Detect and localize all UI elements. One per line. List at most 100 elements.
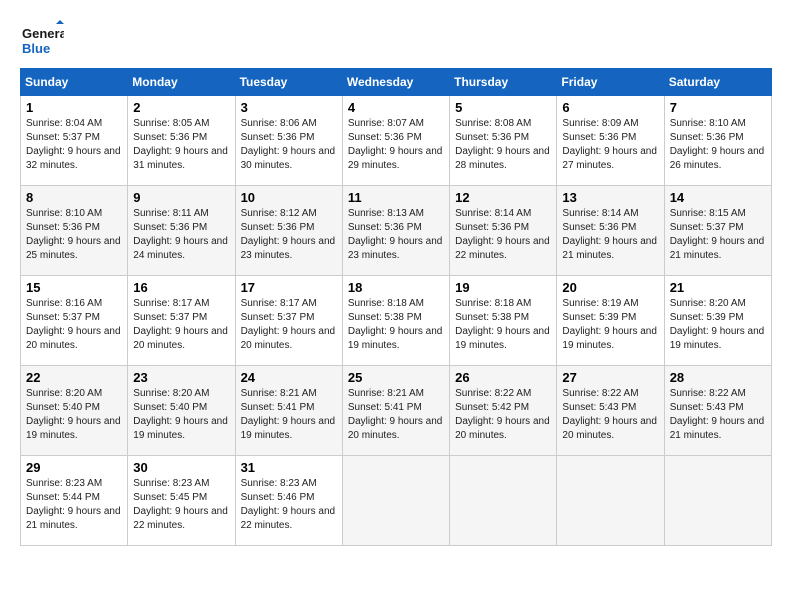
- svg-text:General: General: [22, 26, 64, 41]
- calendar-cell: 31 Sunrise: 8:23 AM Sunset: 5:46 PM Dayl…: [235, 456, 342, 546]
- day-number: 27: [562, 370, 658, 385]
- calendar-cell: 20 Sunrise: 8:19 AM Sunset: 5:39 PM Dayl…: [557, 276, 664, 366]
- day-number: 14: [670, 190, 766, 205]
- day-number: 5: [455, 100, 551, 115]
- day-info: Sunrise: 8:16 AM Sunset: 5:37 PM Dayligh…: [26, 297, 122, 353]
- day-info: Sunrise: 8:20 AM Sunset: 5:40 PM Dayligh…: [133, 387, 229, 443]
- day-number: 15: [26, 280, 122, 295]
- day-info: Sunrise: 8:22 AM Sunset: 5:43 PM Dayligh…: [670, 387, 766, 443]
- day-number: 1: [26, 100, 122, 115]
- svg-text:Blue: Blue: [22, 41, 50, 56]
- calendar-header-row: SundayMondayTuesdayWednesdayThursdayFrid…: [21, 69, 772, 96]
- day-info: Sunrise: 8:15 AM Sunset: 5:37 PM Dayligh…: [670, 207, 766, 263]
- day-number: 24: [241, 370, 337, 385]
- day-info: Sunrise: 8:21 AM Sunset: 5:41 PM Dayligh…: [348, 387, 444, 443]
- day-info: Sunrise: 8:12 AM Sunset: 5:36 PM Dayligh…: [241, 207, 337, 263]
- day-info: Sunrise: 8:23 AM Sunset: 5:46 PM Dayligh…: [241, 477, 337, 533]
- calendar-week-row: 15 Sunrise: 8:16 AM Sunset: 5:37 PM Dayl…: [21, 276, 772, 366]
- calendar-cell: 23 Sunrise: 8:20 AM Sunset: 5:40 PM Dayl…: [128, 366, 235, 456]
- calendar-cell: 16 Sunrise: 8:17 AM Sunset: 5:37 PM Dayl…: [128, 276, 235, 366]
- calendar-week-row: 29 Sunrise: 8:23 AM Sunset: 5:44 PM Dayl…: [21, 456, 772, 546]
- day-info: Sunrise: 8:06 AM Sunset: 5:36 PM Dayligh…: [241, 117, 337, 173]
- day-number: 12: [455, 190, 551, 205]
- calendar-table: SundayMondayTuesdayWednesdayThursdayFrid…: [20, 68, 772, 546]
- weekday-header: Monday: [128, 69, 235, 96]
- day-number: 13: [562, 190, 658, 205]
- weekday-header: Tuesday: [235, 69, 342, 96]
- day-number: 16: [133, 280, 229, 295]
- calendar-cell: 19 Sunrise: 8:18 AM Sunset: 5:38 PM Dayl…: [450, 276, 557, 366]
- calendar-cell: 17 Sunrise: 8:17 AM Sunset: 5:37 PM Dayl…: [235, 276, 342, 366]
- calendar-cell: 2 Sunrise: 8:05 AM Sunset: 5:36 PM Dayli…: [128, 96, 235, 186]
- calendar-cell: 10 Sunrise: 8:12 AM Sunset: 5:36 PM Dayl…: [235, 186, 342, 276]
- day-number: 9: [133, 190, 229, 205]
- day-number: 3: [241, 100, 337, 115]
- calendar-week-row: 1 Sunrise: 8:04 AM Sunset: 5:37 PM Dayli…: [21, 96, 772, 186]
- day-number: 10: [241, 190, 337, 205]
- day-number: 7: [670, 100, 766, 115]
- day-number: 17: [241, 280, 337, 295]
- calendar-cell: 24 Sunrise: 8:21 AM Sunset: 5:41 PM Dayl…: [235, 366, 342, 456]
- day-number: 6: [562, 100, 658, 115]
- weekday-header: Wednesday: [342, 69, 449, 96]
- day-info: Sunrise: 8:04 AM Sunset: 5:37 PM Dayligh…: [26, 117, 122, 173]
- day-number: 30: [133, 460, 229, 475]
- weekday-header: Friday: [557, 69, 664, 96]
- day-info: Sunrise: 8:22 AM Sunset: 5:43 PM Dayligh…: [562, 387, 658, 443]
- day-number: 29: [26, 460, 122, 475]
- day-number: 25: [348, 370, 444, 385]
- day-number: 23: [133, 370, 229, 385]
- logo: General Blue: [20, 20, 64, 64]
- calendar-cell: [664, 456, 771, 546]
- day-info: Sunrise: 8:09 AM Sunset: 5:36 PM Dayligh…: [562, 117, 658, 173]
- calendar-cell: 6 Sunrise: 8:09 AM Sunset: 5:36 PM Dayli…: [557, 96, 664, 186]
- calendar-cell: 12 Sunrise: 8:14 AM Sunset: 5:36 PM Dayl…: [450, 186, 557, 276]
- calendar-cell: [342, 456, 449, 546]
- day-info: Sunrise: 8:11 AM Sunset: 5:36 PM Dayligh…: [133, 207, 229, 263]
- day-info: Sunrise: 8:20 AM Sunset: 5:39 PM Dayligh…: [670, 297, 766, 353]
- calendar-cell: 15 Sunrise: 8:16 AM Sunset: 5:37 PM Dayl…: [21, 276, 128, 366]
- day-number: 26: [455, 370, 551, 385]
- calendar-cell: 11 Sunrise: 8:13 AM Sunset: 5:36 PM Dayl…: [342, 186, 449, 276]
- calendar-week-row: 8 Sunrise: 8:10 AM Sunset: 5:36 PM Dayli…: [21, 186, 772, 276]
- day-info: Sunrise: 8:08 AM Sunset: 5:36 PM Dayligh…: [455, 117, 551, 173]
- day-info: Sunrise: 8:18 AM Sunset: 5:38 PM Dayligh…: [455, 297, 551, 353]
- calendar-cell: 18 Sunrise: 8:18 AM Sunset: 5:38 PM Dayl…: [342, 276, 449, 366]
- calendar-cell: 25 Sunrise: 8:21 AM Sunset: 5:41 PM Dayl…: [342, 366, 449, 456]
- calendar-cell: 30 Sunrise: 8:23 AM Sunset: 5:45 PM Dayl…: [128, 456, 235, 546]
- day-info: Sunrise: 8:13 AM Sunset: 5:36 PM Dayligh…: [348, 207, 444, 263]
- calendar-cell: 28 Sunrise: 8:22 AM Sunset: 5:43 PM Dayl…: [664, 366, 771, 456]
- day-info: Sunrise: 8:23 AM Sunset: 5:45 PM Dayligh…: [133, 477, 229, 533]
- calendar-cell: 27 Sunrise: 8:22 AM Sunset: 5:43 PM Dayl…: [557, 366, 664, 456]
- calendar-cell: 21 Sunrise: 8:20 AM Sunset: 5:39 PM Dayl…: [664, 276, 771, 366]
- day-info: Sunrise: 8:17 AM Sunset: 5:37 PM Dayligh…: [241, 297, 337, 353]
- calendar-cell: 3 Sunrise: 8:06 AM Sunset: 5:36 PM Dayli…: [235, 96, 342, 186]
- day-info: Sunrise: 8:10 AM Sunset: 5:36 PM Dayligh…: [670, 117, 766, 173]
- calendar-cell: 26 Sunrise: 8:22 AM Sunset: 5:42 PM Dayl…: [450, 366, 557, 456]
- calendar-cell: 1 Sunrise: 8:04 AM Sunset: 5:37 PM Dayli…: [21, 96, 128, 186]
- day-number: 11: [348, 190, 444, 205]
- day-number: 21: [670, 280, 766, 295]
- day-info: Sunrise: 8:21 AM Sunset: 5:41 PM Dayligh…: [241, 387, 337, 443]
- calendar-cell: [450, 456, 557, 546]
- calendar-cell: 29 Sunrise: 8:23 AM Sunset: 5:44 PM Dayl…: [21, 456, 128, 546]
- calendar-cell: 9 Sunrise: 8:11 AM Sunset: 5:36 PM Dayli…: [128, 186, 235, 276]
- day-number: 8: [26, 190, 122, 205]
- day-info: Sunrise: 8:23 AM Sunset: 5:44 PM Dayligh…: [26, 477, 122, 533]
- day-info: Sunrise: 8:20 AM Sunset: 5:40 PM Dayligh…: [26, 387, 122, 443]
- day-number: 2: [133, 100, 229, 115]
- weekday-header: Thursday: [450, 69, 557, 96]
- day-info: Sunrise: 8:18 AM Sunset: 5:38 PM Dayligh…: [348, 297, 444, 353]
- page-header: General Blue: [20, 20, 772, 64]
- day-number: 28: [670, 370, 766, 385]
- day-number: 31: [241, 460, 337, 475]
- calendar-cell: 14 Sunrise: 8:15 AM Sunset: 5:37 PM Dayl…: [664, 186, 771, 276]
- day-info: Sunrise: 8:19 AM Sunset: 5:39 PM Dayligh…: [562, 297, 658, 353]
- day-info: Sunrise: 8:17 AM Sunset: 5:37 PM Dayligh…: [133, 297, 229, 353]
- day-info: Sunrise: 8:05 AM Sunset: 5:36 PM Dayligh…: [133, 117, 229, 173]
- calendar-cell: 13 Sunrise: 8:14 AM Sunset: 5:36 PM Dayl…: [557, 186, 664, 276]
- calendar-week-row: 22 Sunrise: 8:20 AM Sunset: 5:40 PM Dayl…: [21, 366, 772, 456]
- weekday-header: Sunday: [21, 69, 128, 96]
- day-number: 4: [348, 100, 444, 115]
- day-number: 19: [455, 280, 551, 295]
